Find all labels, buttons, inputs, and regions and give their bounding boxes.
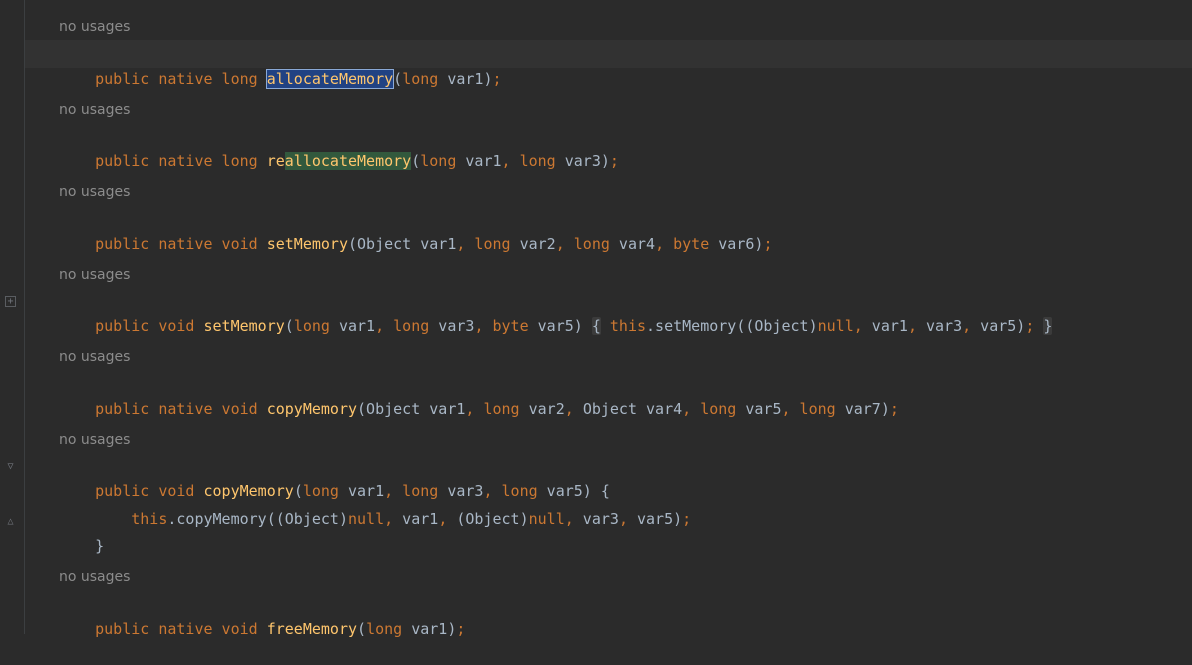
code-line[interactable]: } — [59, 510, 104, 555]
params: (long var1, long var3); — [411, 152, 619, 170]
params: (long var1); — [357, 620, 466, 638]
modifiers: public native void — [95, 400, 267, 418]
null-keyword: null — [348, 510, 385, 528]
close-brace: } — [95, 537, 105, 555]
method-name-match[interactable]: allocateMemory — [284, 152, 412, 170]
modifiers: public native long — [95, 70, 267, 88]
code-line[interactable]: public native long allocateMemory(long v… — [59, 43, 502, 89]
method-name[interactable]: setMemory — [267, 235, 348, 253]
folded-open-brace[interactable]: { — [591, 317, 601, 335]
modifiers: public native long — [95, 152, 267, 170]
code-line[interactable]: public void setMemory(long var1, long va… — [59, 290, 1053, 335]
usage-hint[interactable]: no usages — [59, 432, 130, 448]
usage-hint[interactable]: no usages — [59, 569, 130, 585]
method-name-selected[interactable]: allocateMemory — [265, 69, 395, 89]
code-line[interactable]: public native long reallocateMemory(long… — [59, 125, 619, 170]
this-keyword: this — [131, 510, 168, 528]
code-line[interactable]: this.copyMemory((Object)null, var1, (Obj… — [59, 483, 691, 528]
method-name-prefix[interactable]: re — [267, 152, 285, 170]
fold-end-icon[interactable]: △ — [5, 516, 16, 527]
code-line[interactable]: public native void copyMemory(Object var… — [59, 373, 899, 418]
code-line[interactable]: public void copyMemory(long var1, long v… — [59, 455, 610, 500]
method-name[interactable]: copyMemory — [267, 400, 357, 418]
null-keyword: null — [528, 510, 565, 528]
code-line[interactable]: public native void freeMemory(long var1)… — [59, 593, 465, 638]
null-keyword: null — [817, 317, 854, 335]
usage-hint[interactable]: no usages — [59, 19, 130, 35]
call-text: .copyMemory((Object) — [167, 510, 348, 528]
params: (long var1); — [393, 70, 502, 88]
call-text: .setMemory((Object) — [646, 317, 818, 335]
usage-hint[interactable]: no usages — [59, 349, 130, 365]
method-name[interactable]: freeMemory — [267, 620, 357, 638]
call-mid: , var1, (Object) — [384, 510, 529, 528]
usage-hint[interactable]: no usages — [59, 184, 130, 200]
params: (long var1, long var3, byte var5) — [284, 317, 592, 335]
folded-close-brace[interactable]: } — [1043, 317, 1053, 335]
editor-gutter[interactable]: + ▽ △ — [0, 0, 25, 634]
this-keyword: this — [609, 317, 647, 335]
code-line[interactable]: public native void setMemory(Object var1… — [59, 208, 772, 253]
usage-hint[interactable]: no usages — [59, 267, 130, 283]
call-rest: , var3, var5); — [564, 510, 692, 528]
params: (Object var1, long var2, Object var4, lo… — [357, 400, 899, 418]
fold-start-icon[interactable]: ▽ — [5, 461, 16, 472]
modifiers: public native void — [95, 620, 267, 638]
call-rest: , var1, var3, var5); — [853, 317, 1035, 335]
modifiers: public native void — [95, 235, 267, 253]
method-name[interactable]: setMemory — [204, 317, 285, 335]
usage-hint[interactable]: no usages — [59, 102, 130, 118]
fold-expand-icon[interactable]: + — [5, 296, 16, 307]
modifiers: public void — [95, 317, 204, 335]
params: (Object var1, long var2, long var4, byte… — [348, 235, 773, 253]
